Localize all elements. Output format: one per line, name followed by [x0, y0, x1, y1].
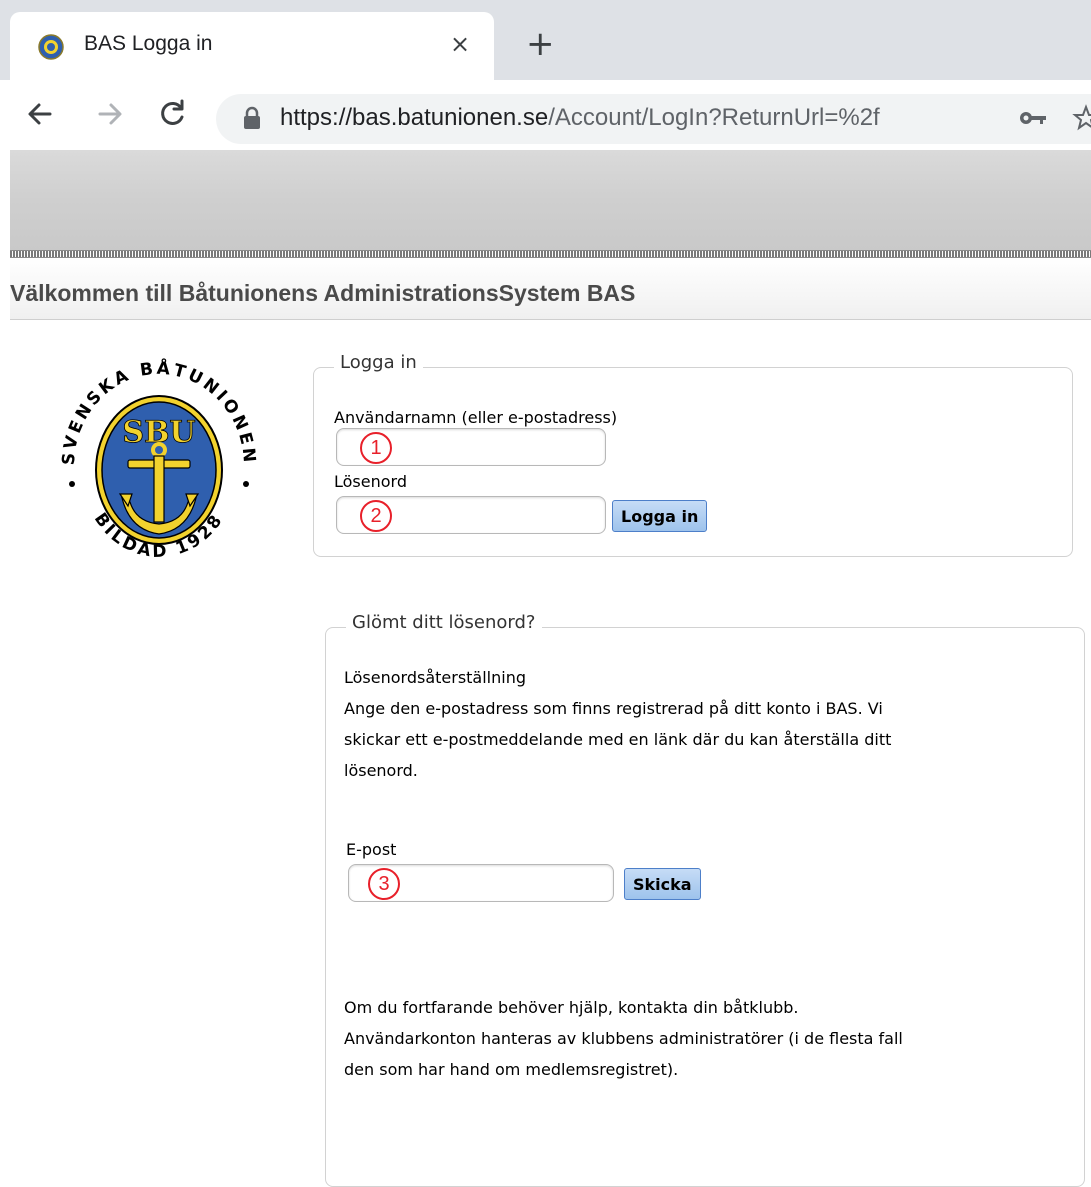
tab-title: BAS Logga in [84, 32, 213, 55]
arrow-right-icon [98, 103, 122, 125]
browser-tab-strip: BAS Logga in × + [0, 0, 1091, 80]
sbu-logo: SVENSKA BÅTUNIONEN BILDAD 1928 SBU [59, 356, 257, 562]
reset-line-1: Ange den e-postadress som finns registre… [344, 699, 883, 718]
password-input[interactable] [336, 496, 606, 534]
login-button[interactable]: Logga in [612, 500, 708, 532]
reset-heading: Lösenordsåterställning [344, 668, 527, 687]
forgot-legend: Glömt ditt lösenord? [346, 612, 542, 633]
reset-line-3: lösenord. [344, 761, 418, 780]
header-divider [10, 250, 1091, 258]
help-text: Om du fortfarande behöver hjälp, kontakt… [344, 992, 1074, 1085]
globe-favicon-icon [38, 34, 64, 60]
help-line-1: Om du fortfarande behöver hjälp, kontakt… [344, 998, 799, 1017]
forward-button[interactable] [92, 96, 128, 132]
password-label: Lösenord [334, 472, 407, 491]
arrow-left-icon [28, 103, 52, 125]
login-legend: Logga in [334, 352, 423, 373]
star-icon[interactable] [1072, 104, 1091, 132]
help-line-2: Användarkonton hanteras av klubbens admi… [344, 1029, 903, 1048]
email-input[interactable] [348, 864, 614, 902]
username-label: Användarnamn (eller e-postadress) [334, 408, 618, 427]
welcome-bar: Välkommen till Båtunionens Administratio… [10, 258, 1091, 320]
back-button[interactable] [22, 96, 58, 132]
username-input[interactable] [336, 428, 606, 466]
reload-button[interactable] [154, 96, 190, 132]
reload-icon [161, 99, 184, 125]
header-banner [10, 150, 1091, 250]
help-line-3: den som har hand om medlemsregistret). [344, 1060, 679, 1079]
close-tab-icon[interactable]: × [450, 26, 470, 62]
url-text: https://bas.batunionen.se/Account/LogIn?… [280, 104, 880, 132]
browser-toolbar: https://bas.batunionen.se/Account/LogIn?… [0, 80, 1091, 150]
url-path: /Account/LogIn?ReturnUrl=%2f [548, 104, 880, 131]
page-title: Välkommen till Båtunionens Administratio… [10, 280, 636, 306]
new-tab-button[interactable]: + [526, 24, 555, 64]
reset-line-2: skickar ett e-postmeddelande med en länk… [344, 730, 892, 749]
send-button[interactable]: Skicka [624, 868, 701, 900]
forgot-password-fieldset: Glömt ditt lösenord? Lösenordsåterställn… [325, 612, 1085, 1187]
login-fieldset: Logga in Användarnamn (eller e-postadres… [313, 352, 1073, 557]
url-host: https://bas.batunionen.se [280, 104, 549, 131]
key-icon[interactable] [1018, 108, 1048, 128]
lock-icon [244, 106, 260, 129]
address-bar[interactable]: https://bas.batunionen.se/Account/LogIn?… [216, 94, 1091, 144]
email-label: E-post [346, 840, 397, 859]
browser-tab[interactable]: BAS Logga in × [10, 12, 494, 80]
reset-text: Lösenordsåterställning Ange den e-postad… [344, 662, 1064, 786]
